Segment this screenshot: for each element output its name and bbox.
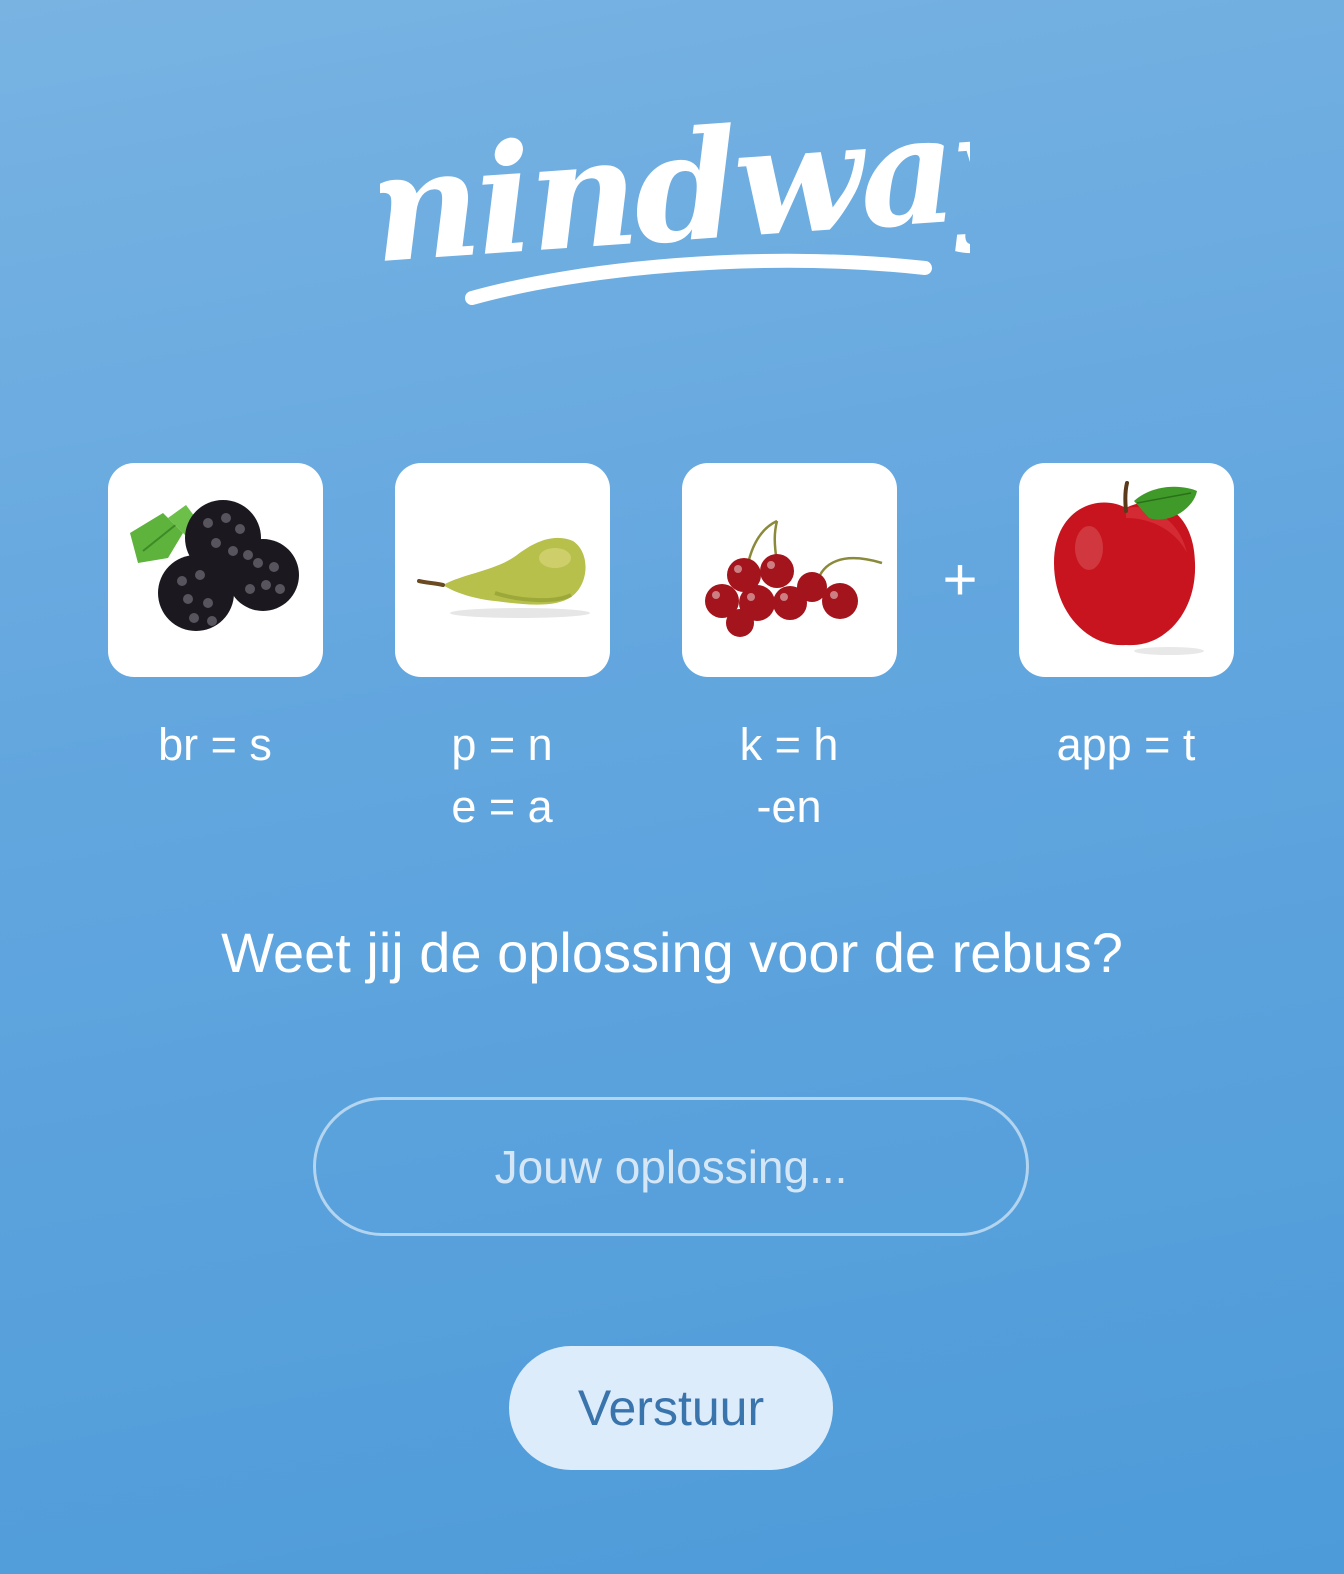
rebus-caption-4-line-1: app = t <box>1056 719 1196 770</box>
submit-button[interactable]: Verstuur <box>509 1346 833 1470</box>
rebus-caption-1-line-1: br = s <box>158 719 272 770</box>
rebus-caption-3: k = h -en <box>659 714 919 838</box>
plus-operator: + <box>942 546 978 613</box>
rebus-caption-4-line-2 <box>996 776 1256 838</box>
rebus-card-blackberries <box>108 463 323 677</box>
rebus-caption-3-line-2: -en <box>756 781 822 832</box>
mindway-logo: mindway <box>380 100 970 315</box>
rebus-caption-3-line-1: k = h <box>739 719 839 770</box>
rebus-caption-2-line-2: e = a <box>451 781 553 832</box>
rebus-card-pear <box>395 463 610 677</box>
rebus-caption-2-line-1: p = n <box>451 719 553 770</box>
rebus-caption-1: br = s <box>85 714 345 838</box>
answer-field[interactable] <box>313 1097 1029 1236</box>
rebus-card-cherries <box>682 463 897 677</box>
rebus-caption-4: app = t <box>996 714 1256 838</box>
apple-image <box>1054 481 1204 655</box>
cherries-image <box>705 519 883 637</box>
question-text: Weet jij de oplossing voor de rebus? <box>221 921 1123 984</box>
blackberries-image <box>130 500 299 631</box>
pear-image <box>417 537 590 618</box>
rebus-card-apple <box>1019 463 1234 677</box>
rebus-caption-2: p = n e = a <box>372 714 632 838</box>
mindway-logo-art: mindway <box>380 100 970 305</box>
rebus-caption-1-line-2 <box>85 776 345 838</box>
answer-input[interactable] <box>316 1100 1026 1233</box>
